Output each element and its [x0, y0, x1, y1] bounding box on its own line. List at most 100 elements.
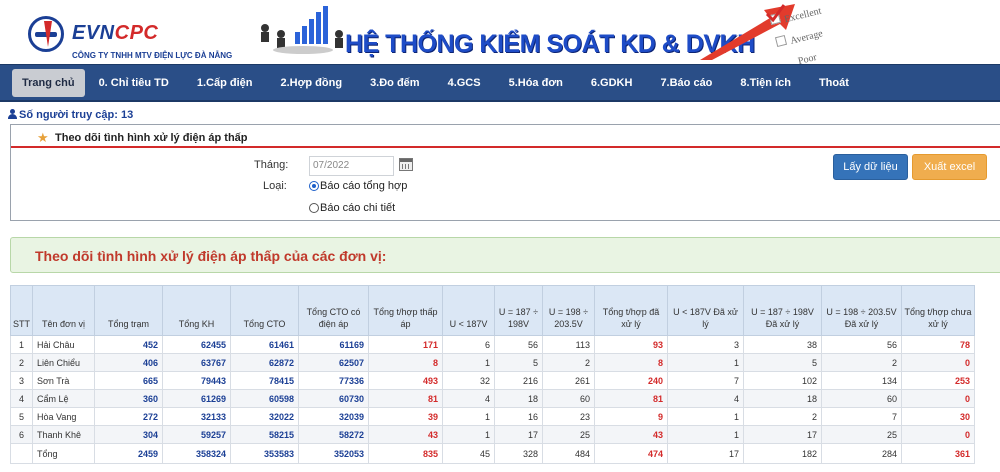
- table-cell: 304: [94, 425, 163, 444]
- nav-cap-dien[interactable]: 1.Cấp điện: [183, 65, 267, 100]
- nav-hop-dong[interactable]: 2.Hợp đồng: [266, 65, 356, 100]
- export-excel-button[interactable]: Xuất excel: [912, 154, 987, 180]
- table-cell: 5: [10, 407, 33, 426]
- col-header: Tổng KH: [162, 285, 231, 336]
- radio-summary-label: Báo cáo tổng hợp: [320, 180, 408, 192]
- table-cell: 60: [821, 389, 902, 408]
- radio-selected-icon[interactable]: [309, 181, 319, 191]
- checkbox-icon: [774, 34, 788, 48]
- evn-logo-icon: [28, 16, 64, 52]
- nav-hoa-don[interactable]: 5.Hóa đơn: [495, 65, 577, 100]
- table-cell: 284: [821, 443, 902, 464]
- table-cell: 665: [94, 371, 163, 390]
- filter-panel-header: ★ Theo dõi tình hình xử lý điện áp thấp: [11, 125, 1000, 148]
- table-cell: 353583: [230, 443, 299, 464]
- table-row: 6 Thanh Khê 304 59257 58215 58272 43 1 17 25 43 1 17…: [10, 425, 975, 444]
- table-cell: 60598: [230, 389, 299, 408]
- nav-do-dem[interactable]: 3.Đo đếm: [356, 65, 434, 100]
- table-cell: 0: [901, 389, 975, 408]
- radio-detail-report[interactable]: Báo cáo chi tiết: [309, 202, 395, 214]
- table-cell: 3: [667, 335, 744, 354]
- table-cell: 61169: [298, 335, 369, 354]
- table-cell: Sơn Trà: [32, 371, 95, 390]
- rating-excellent-label: Excellent: [783, 5, 823, 26]
- table-cell: 59257: [162, 425, 231, 444]
- result-title: Theo dõi tình hình xử lý điện áp thấp củ…: [35, 248, 387, 264]
- table-cell: 17: [667, 443, 744, 464]
- table-cell: 62872: [230, 353, 299, 372]
- table-cell: 2: [743, 407, 822, 426]
- col-header: Tổng CTO: [230, 285, 299, 336]
- table-cell: 6: [10, 425, 33, 444]
- table-cell: 358324: [162, 443, 231, 464]
- table-cell: Liên Chiểu: [32, 353, 95, 372]
- table-cell: 240: [594, 371, 668, 390]
- user-icon: [8, 109, 17, 119]
- table-cell: 4: [442, 389, 495, 408]
- table-cell: 6: [442, 335, 495, 354]
- get-data-button[interactable]: Lấy dữ liệu: [833, 154, 908, 180]
- table-cell: 58215: [230, 425, 299, 444]
- table-cell: 352053: [298, 443, 369, 464]
- table-cell: 38: [743, 335, 822, 354]
- col-header: Tổng t/hợp chưa xử lý: [901, 285, 975, 336]
- table-cell: 406: [94, 353, 163, 372]
- col-header: Tổng CTO có điện áp: [298, 285, 369, 336]
- table-cell: 835: [368, 443, 443, 464]
- table-cell: 182: [743, 443, 822, 464]
- app-header: EVNCPC CÔNG TY TNHH MTV ĐIỆN LỰC ĐÀ NẴNG…: [0, 0, 1000, 64]
- table-cell: 102: [743, 371, 822, 390]
- table-cell: 5: [494, 353, 543, 372]
- table-cell: 63767: [162, 353, 231, 372]
- table-cell: 2: [10, 353, 33, 372]
- table-cell: [10, 443, 33, 464]
- col-header: Tổng t/hợp thấp áp: [368, 285, 443, 336]
- table-cell: 77336: [298, 371, 369, 390]
- nav-bao-cao[interactable]: 7.Báo cáo: [646, 65, 726, 100]
- calendar-icon[interactable]: [399, 158, 413, 171]
- table-cell: Thanh Khê: [32, 425, 95, 444]
- result-panel-header: Theo dõi tình hình xử lý điện áp thấp củ…: [10, 237, 1000, 273]
- nav-gcs[interactable]: 4.GCS: [434, 65, 495, 100]
- table-row: 1 Hải Châu 452 62455 61461 61169 171 6 56 113 93 3 3…: [10, 335, 975, 354]
- radio-unselected-icon[interactable]: [309, 203, 319, 213]
- radio-detail-label: Báo cáo chi tiết: [320, 202, 396, 214]
- table-cell: 484: [542, 443, 595, 464]
- col-header: Tổng trạm: [94, 285, 163, 336]
- low-voltage-table: STT Tên đơn vị Tổng trạm Tổng KH Tổng CT…: [10, 285, 975, 464]
- col-header: U = 187 ÷ 198V: [494, 285, 543, 336]
- table-cell: 361: [901, 443, 975, 464]
- col-header: U = 198 ÷ 203.5V: [542, 285, 595, 336]
- table-row: 4 Cẩm Lệ 360 61269 60598 60730 81 4 18 60 81 4 18 60 0: [10, 389, 975, 408]
- radio-summary-report[interactable]: Báo cáo tổng hợp: [309, 180, 407, 192]
- nav-logout[interactable]: Thoát: [805, 65, 863, 100]
- table-cell: 39: [368, 407, 443, 426]
- table-row: 5 Hòa Vang 272 32133 32022 32039 39 1 16 23 9 1 2 7 30: [10, 407, 975, 426]
- table-cell: 18: [494, 389, 543, 408]
- nav-home[interactable]: Trang chủ: [12, 68, 85, 97]
- nav-tien-ich[interactable]: 8.Tiện ích: [726, 65, 805, 100]
- rating-checklist-illustration: Excellent Average Poor: [760, 0, 920, 64]
- table-cell: Tổng: [32, 443, 95, 464]
- table-cell: 93: [594, 335, 668, 354]
- table-cell: 360: [94, 389, 163, 408]
- table-cell: 1: [442, 407, 495, 426]
- month-input[interactable]: 07/2022: [309, 156, 394, 176]
- table-cell: 113: [542, 335, 595, 354]
- table-cell: 2: [821, 353, 902, 372]
- col-header: U = 187 ÷ 198V Đã xử lý: [743, 285, 822, 336]
- table-cell: 18: [743, 389, 822, 408]
- table-cell: Cẩm Lệ: [32, 389, 95, 408]
- table-cell: 3: [10, 371, 33, 390]
- nav-gdkh[interactable]: 6.GDKH: [577, 65, 647, 100]
- table-cell: 32133: [162, 407, 231, 426]
- filter-panel: ★ Theo dõi tình hình xử lý điện áp thấp …: [10, 124, 1000, 221]
- table-cell: 61269: [162, 389, 231, 408]
- table-cell: 1: [442, 353, 495, 372]
- table-cell: 452: [94, 335, 163, 354]
- red-check-icon: [765, 4, 786, 23]
- table-row: 2 Liên Chiểu 406 63767 62872 62507 8 1 5 2 8 1 5 2 0: [10, 353, 975, 372]
- system-title: HỆ THỐNG KIỂM SOÁT KD & DVKH: [345, 30, 755, 58]
- table-cell: 56: [821, 335, 902, 354]
- nav-chi-tieu-td[interactable]: 0. Chỉ tiêu TD: [85, 65, 183, 100]
